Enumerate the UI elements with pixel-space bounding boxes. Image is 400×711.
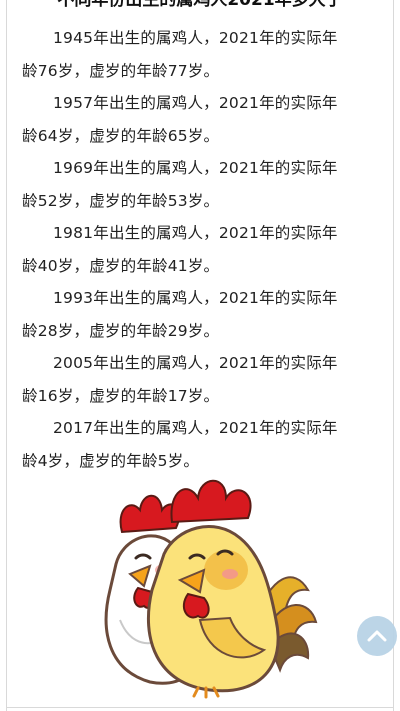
article-heading: 不同年份出生的属鸡人2021年多大了 (57, 0, 343, 10)
paragraph-1945: 1945年出生的属鸡人，2021年的实际年 龄76岁，虚岁的年龄77岁。 (22, 22, 382, 87)
paragraph-line: 1993年出生的属鸡人，2021年的实际年 (53, 289, 338, 307)
paragraph-line: 2005年出生的属鸡人，2021年的实际年 (53, 354, 338, 372)
paragraph-line: 龄40岁，虚岁的年龄41岁。 (22, 256, 220, 275)
paragraph-1957: 1957年出生的属鸡人，2021年的实际年 龄64岁，虚岁的年龄65岁。 (22, 87, 382, 152)
chevron-up-icon (367, 630, 387, 642)
paragraph-line: 1957年出生的属鸡人，2021年的实际年 (53, 94, 338, 112)
paragraph-line: 1969年出生的属鸡人，2021年的实际年 (53, 159, 338, 177)
page-border-left (6, 0, 7, 711)
paragraph-2005: 2005年出生的属鸡人，2021年的实际年 龄16岁，虚岁的年龄17岁。 (22, 347, 382, 412)
article-body: 1945年出生的属鸡人，2021年的实际年 龄76岁，虚岁的年龄77岁。 195… (22, 22, 382, 477)
article-page: 不同年份出生的属鸡人2021年多大了 1945年出生的属鸡人，2021年的实际年… (0, 0, 400, 711)
paragraph-1969: 1969年出生的属鸡人，2021年的实际年 龄52岁，虚岁的年龄53岁。 (22, 152, 382, 217)
paragraph-line: 1981年出生的属鸡人，2021年的实际年 (53, 224, 338, 242)
two-chickens-illustration (104, 479, 318, 699)
page-border-bottom (6, 707, 394, 708)
paragraph-line: 1945年出生的属鸡人，2021年的实际年 (53, 29, 338, 47)
paragraph-1981: 1981年出生的属鸡人，2021年的实际年 龄40岁，虚岁的年龄41岁。 (22, 217, 382, 282)
paragraph-line: 龄28岁，虚岁的年龄29岁。 (22, 321, 220, 340)
paragraph-line: 2017年出生的属鸡人，2021年的实际年 (53, 419, 338, 437)
page-border-right (393, 0, 394, 711)
paragraph-line: 龄76岁，虚岁的年龄77岁。 (22, 61, 220, 80)
paragraph-1993: 1993年出生的属鸡人，2021年的实际年 龄28岁，虚岁的年龄29岁。 (22, 282, 382, 347)
paragraph-line: 龄64岁，虚岁的年龄65岁。 (22, 126, 220, 145)
paragraph-line: 龄16岁，虚岁的年龄17岁。 (22, 386, 220, 405)
scroll-to-top-button[interactable] (357, 616, 397, 656)
paragraph-2017: 2017年出生的属鸡人，2021年的实际年 龄4岁，虚岁的年龄5岁。 (22, 412, 382, 477)
paragraph-line: 龄52岁，虚岁的年龄53岁。 (22, 191, 220, 210)
